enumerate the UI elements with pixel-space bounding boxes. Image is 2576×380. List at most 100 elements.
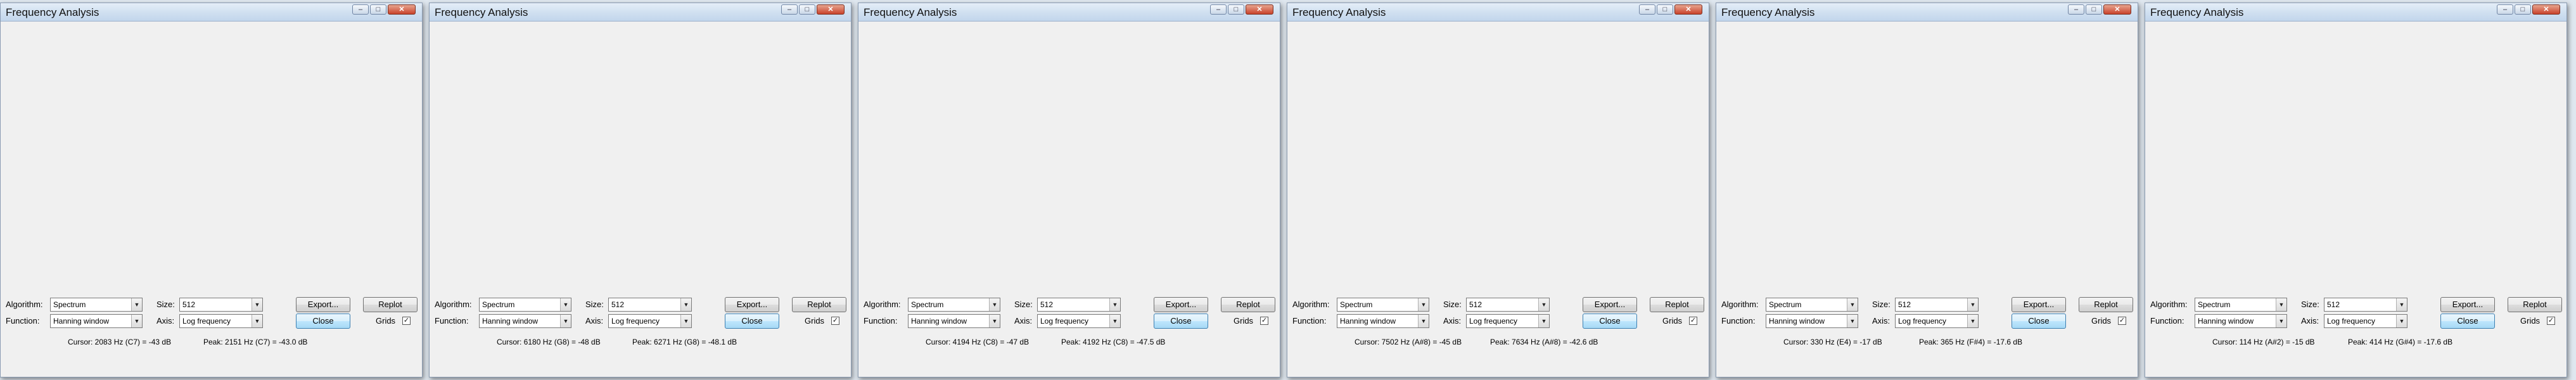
function-select[interactable]: Hanning window ▼ (1337, 314, 1429, 328)
export-button[interactable]: Export... (1583, 297, 1637, 312)
chevron-down-icon: ▼ (1418, 315, 1429, 327)
grids-label: Grids (2520, 316, 2541, 326)
chevron-down-icon: ▼ (2276, 315, 2286, 327)
replot-button[interactable]: Replot (792, 297, 846, 312)
function-select[interactable]: Hanning window ▼ (2195, 314, 2287, 328)
frequency-analysis-window: Frequency Analysis–□✕-18dB-24dB-30dB-36d… (429, 3, 851, 377)
grids-checkbox[interactable]: ✓ (831, 317, 839, 325)
chevron-down-icon: ▼ (1109, 315, 1120, 327)
chevron-down-icon: ▼ (131, 315, 142, 327)
grids-checkbox[interactable]: ✓ (2118, 317, 2126, 325)
size-select[interactable]: 512 ▼ (1895, 298, 1979, 312)
algorithm-label: Algorithm: (435, 300, 472, 309)
peak-readout: Peak: 7634 Hz (A#8) = -42.6 dB (1490, 338, 1598, 346)
axis-select[interactable]: Log frequency ▼ (1895, 314, 1979, 328)
size-select[interactable]: 512 ▼ (1037, 298, 1121, 312)
algorithm-select[interactable]: Spectrum ▼ (1337, 298, 1429, 312)
chevron-down-icon: ▼ (1847, 298, 1858, 311)
function-select[interactable]: Hanning window ▼ (1766, 314, 1858, 328)
algorithm-select[interactable]: Spectrum ▼ (479, 298, 571, 312)
axis-value: Log frequency (1898, 317, 1947, 326)
algorithm-select[interactable]: Spectrum ▼ (1766, 298, 1858, 312)
axis-select[interactable]: Log frequency ▼ (1466, 314, 1550, 328)
replot-button[interactable]: Replot (363, 297, 418, 312)
size-select[interactable]: 512 ▼ (608, 298, 692, 312)
export-button[interactable]: Export... (1154, 297, 1208, 312)
size-label: Size: (1014, 300, 1033, 309)
export-button[interactable]: Export... (2012, 297, 2066, 312)
close-button[interactable]: Close (1583, 314, 1637, 329)
function-select[interactable]: Hanning window ▼ (479, 314, 571, 328)
size-value: 512 (1040, 300, 1054, 309)
size-select[interactable]: 512 ▼ (2324, 298, 2407, 312)
algorithm-value: Spectrum (482, 300, 515, 309)
chevron-down-icon: ▼ (560, 315, 571, 327)
chevron-down-icon: ▼ (252, 298, 262, 311)
axis-select[interactable]: Log frequency ▼ (179, 314, 263, 328)
chevron-down-icon: ▼ (989, 298, 1000, 311)
size-value: 512 (2327, 300, 2340, 309)
chevron-down-icon: ▼ (1418, 298, 1429, 311)
replot-button[interactable]: Replot (2508, 297, 2562, 312)
function-value: Hanning window (1340, 317, 1396, 326)
axis-label: Axis: (1443, 316, 1462, 326)
axis-select[interactable]: Log frequency ▼ (608, 314, 692, 328)
chevron-down-icon: ▼ (680, 298, 691, 311)
export-button[interactable]: Export... (725, 297, 779, 312)
grids-label: Grids (376, 316, 396, 326)
size-select[interactable]: 512 ▼ (1466, 298, 1550, 312)
function-value: Hanning window (2198, 317, 2254, 326)
chevron-down-icon: ▼ (1109, 298, 1120, 311)
grids-checkbox[interactable]: ✓ (402, 317, 411, 325)
axis-label: Axis: (1872, 316, 1891, 326)
function-value: Hanning window (53, 317, 110, 326)
grids-checkbox[interactable]: ✓ (1260, 317, 1268, 325)
algorithm-value: Spectrum (1769, 300, 1802, 309)
algorithm-label: Algorithm: (1721, 300, 1759, 309)
chevron-down-icon: ▼ (1847, 315, 1858, 327)
close-button[interactable]: Close (296, 314, 350, 329)
algorithm-select[interactable]: Spectrum ▼ (50, 298, 143, 312)
chevron-down-icon: ▼ (2276, 298, 2286, 311)
axis-value: Log frequency (182, 317, 231, 326)
algorithm-select[interactable]: Spectrum ▼ (908, 298, 1000, 312)
chevron-down-icon: ▼ (1538, 298, 1549, 311)
axis-select[interactable]: Log frequency ▼ (1037, 314, 1121, 328)
algorithm-label: Algorithm: (864, 300, 901, 309)
chevron-down-icon: ▼ (1538, 315, 1549, 327)
export-button[interactable]: Export... (296, 297, 350, 312)
function-value: Hanning window (482, 317, 539, 326)
peak-readout: Peak: 2151 Hz (C7) = -43.0 dB (203, 338, 308, 346)
grids-label: Grids (1662, 316, 1683, 326)
algorithm-value: Spectrum (1340, 300, 1373, 309)
size-value: 512 (611, 300, 625, 309)
function-label: Function: (1292, 316, 1327, 326)
size-value: 512 (1469, 300, 1482, 309)
axis-value: Log frequency (1040, 317, 1089, 326)
replot-button[interactable]: Replot (1650, 297, 1704, 312)
grids-checkbox[interactable]: ✓ (1689, 317, 1697, 325)
axis-select[interactable]: Log frequency ▼ (2324, 314, 2407, 328)
algorithm-value: Spectrum (911, 300, 944, 309)
function-select[interactable]: Hanning window ▼ (908, 314, 1000, 328)
algorithm-select[interactable]: Spectrum ▼ (2195, 298, 2287, 312)
close-button[interactable]: Close (725, 314, 779, 329)
cursor-readout: Cursor: 7502 Hz (A#8) = -45 dB (1355, 338, 1462, 346)
replot-button[interactable]: Replot (1221, 297, 1275, 312)
close-button[interactable]: Close (1154, 314, 1208, 329)
close-button[interactable]: Close (2440, 314, 2495, 329)
cursor-readout: Cursor: 2083 Hz (C7) = -43 dB (68, 338, 172, 346)
axis-label: Axis: (156, 316, 175, 326)
replot-button[interactable]: Replot (2079, 297, 2133, 312)
export-button[interactable]: Export... (2440, 297, 2495, 312)
size-label: Size: (585, 300, 604, 309)
algorithm-value: Spectrum (53, 300, 86, 309)
grids-label: Grids (2091, 316, 2112, 326)
function-select[interactable]: Hanning window ▼ (50, 314, 143, 328)
frequency-analysis-window: Frequency Analysis–□✕-18dB-24dB-30dB-36d… (1287, 3, 1709, 377)
peak-readout: Peak: 365 Hz (F#4) = -17.6 dB (1919, 338, 2023, 346)
close-button[interactable]: Close (2012, 314, 2066, 329)
grids-checkbox[interactable]: ✓ (2547, 317, 2555, 325)
axis-label: Axis: (2301, 316, 2319, 326)
size-select[interactable]: 512 ▼ (179, 298, 263, 312)
